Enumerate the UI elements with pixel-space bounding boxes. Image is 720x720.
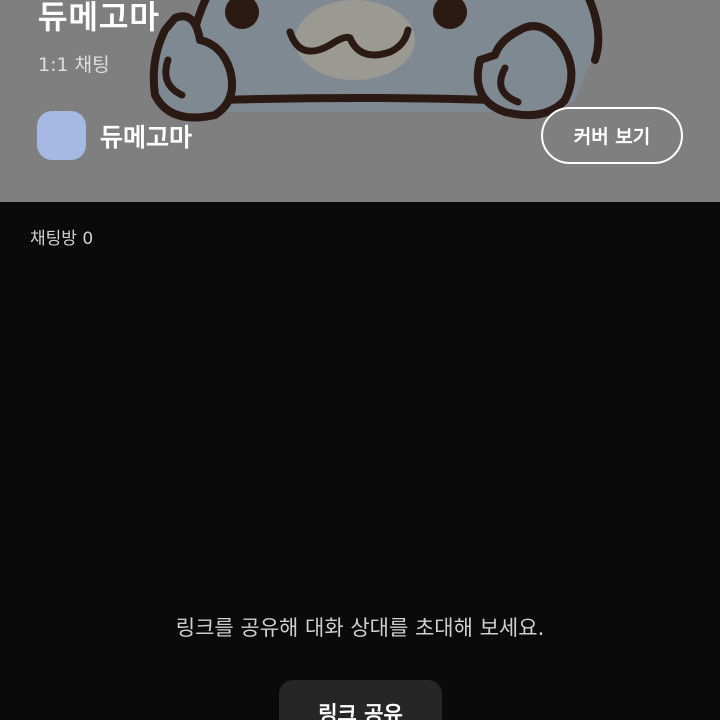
room-type-label: 1:1 채팅 <box>38 54 110 76</box>
empty-state-message: 링크를 공유해 대화 상대를 초대해 보세요. <box>175 616 545 640</box>
room-title: 듀메고마 <box>38 0 160 36</box>
chat-room-screen: 듀메고마 1:1 채팅 듀메고마 커버 보기 채팅방 0 링크를 공유해 대화 … <box>0 0 720 720</box>
view-cover-button[interactable]: 커버 보기 <box>541 107 683 164</box>
cover-header: 듀메고마 1:1 채팅 듀메고마 커버 보기 <box>0 0 720 202</box>
chat-room-count: 채팅방 0 <box>30 229 94 249</box>
seal-muzzle <box>295 0 415 80</box>
owner-name[interactable]: 듀메고마 <box>100 118 192 154</box>
share-link-button[interactable]: 링크 공유 <box>279 680 442 720</box>
owner-avatar[interactable] <box>37 111 86 160</box>
